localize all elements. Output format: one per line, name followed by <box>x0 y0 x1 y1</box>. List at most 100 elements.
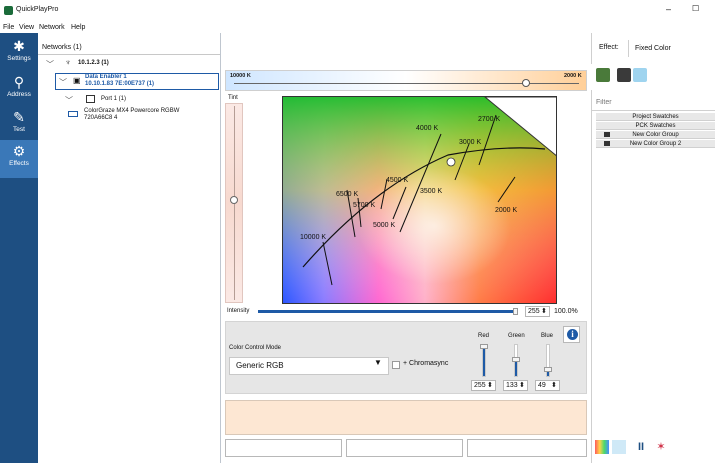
chevron-down-icon[interactable]: ﹀ <box>46 59 54 70</box>
group-label: Project Swatches <box>632 114 679 120</box>
menu-file[interactable]: File <box>3 22 14 33</box>
cct-slider[interactable]: 10000 K 2000 K <box>225 70 587 91</box>
nav-address-label: Address <box>7 91 31 98</box>
maximize-button[interactable]: ☐ <box>692 4 699 13</box>
group-icon <box>604 132 610 137</box>
enabler-address: 10.10.1.83 7E:00E737 (1) <box>85 81 155 87</box>
add-swatch-icon[interactable] <box>596 68 610 82</box>
color-picker-icon[interactable] <box>612 440 626 454</box>
color-mode-select[interactable]: Generic RGB <box>229 357 389 375</box>
green-slider-thumb[interactable] <box>512 357 520 362</box>
wrench-icon: ✎ <box>13 109 25 125</box>
tree-divider <box>38 54 220 55</box>
group-label: New Color Group 2 <box>629 141 682 147</box>
menu-network[interactable]: Network <box>39 22 65 33</box>
red-label: Red <box>478 333 490 339</box>
cie-label-6500k: 6500 K <box>336 191 359 198</box>
nav-effects[interactable]: ⚙ Effects <box>0 140 38 178</box>
cie-label-10000k: 10000 K <box>300 234 326 241</box>
cie-label-5700k: 5700 K <box>353 202 376 209</box>
minimize-button[interactable]: – <box>666 4 671 14</box>
cie-label-3500k: 3500 K <box>420 188 443 195</box>
group-label: New Color Group <box>632 132 679 138</box>
tree-row-port[interactable]: ﹀ Port 1 (1) <box>55 93 219 107</box>
left-nav: ✱ Settings ⚲ Address ✎ Test ⚙ Effects <box>0 33 38 463</box>
nav-address[interactable]: ⚲ Address <box>0 71 38 109</box>
green-label: Green <box>508 333 525 339</box>
port-label: Port 1 (1) <box>101 96 127 102</box>
menu-bar: File View Network Help <box>0 22 715 33</box>
location-pin-icon: ⚲ <box>13 74 25 90</box>
intensity-label: Intensity <box>227 308 250 314</box>
effect-options-icon[interactable]: ✶ <box>654 440 668 454</box>
enabler-name: Data Enabler 1 <box>85 74 127 80</box>
title-bar: QuickPlayPro – ☐ <box>0 0 715 22</box>
cie-chart-svg: 2700 K 4000 K 3000 K 4500 K 3500 K 6500 … <box>283 97 556 303</box>
fixture-icon <box>68 111 78 117</box>
chevron-down-icon[interactable]: ﹀ <box>65 95 73 106</box>
cie-label-3000k: 3000 K <box>459 139 482 146</box>
filter-input[interactable] <box>596 96 715 108</box>
blue-slider-thumb[interactable] <box>544 367 552 372</box>
fixture-name: ColorGraze MX4 Powercore RGBW <box>84 108 180 114</box>
network-tree: Networks (1) ﹀ ♆ 10.1.2.3 (1) ﹀ ▣ Data E… <box>38 33 221 463</box>
intensity-spinner-icon[interactable]: ⬍ <box>541 307 547 316</box>
nav-test[interactable]: ✎ Test <box>0 106 38 144</box>
cie-label-2000k: 2000 K <box>495 207 518 214</box>
networks-header: Networks (1) <box>42 44 82 51</box>
cie-label-4000k: 4000 K <box>416 125 439 132</box>
port-icon <box>86 95 95 103</box>
green-slider-fill <box>515 360 517 376</box>
nav-settings[interactable]: ✱ Settings <box>0 35 38 73</box>
data-enabler-icon: ▣ <box>73 76 81 85</box>
info-button[interactable]: i <box>563 326 580 343</box>
group-row-pck-swatches[interactable]: PCK Swatches <box>596 122 715 130</box>
group-row-new-color-group-2[interactable]: New Color Group 2 <box>596 140 715 148</box>
tint-label: Tint <box>228 95 238 101</box>
effect-label: Effect: <box>599 44 619 51</box>
green-spinner-icon[interactable]: ⬍ <box>519 381 525 390</box>
cie-label-4500k: 4500 K <box>386 177 409 184</box>
nav-test-label: Test <box>13 126 25 133</box>
group-row-new-color-group[interactable]: New Color Group <box>596 131 715 139</box>
effects-icon: ⚙ <box>12 143 26 159</box>
menu-help[interactable]: Help <box>71 22 85 33</box>
pause-icon[interactable]: II <box>634 440 648 454</box>
chromasync-checkbox[interactable] <box>392 361 400 369</box>
blue-spinner-icon[interactable]: ⬍ <box>551 381 557 390</box>
network-address: 10.1.2.3 (1) <box>78 60 109 66</box>
cct-high-label: 2000 K <box>564 73 582 79</box>
palette-icon[interactable] <box>595 440 609 454</box>
swatch-group-icon[interactable] <box>617 68 631 82</box>
info-icon: i <box>567 329 578 340</box>
red-slider-fill <box>483 345 485 376</box>
bottom-slot-2[interactable] <box>346 439 463 457</box>
effect-select[interactable]: Fixed Color <box>628 40 715 57</box>
cct-thumb[interactable] <box>522 79 530 87</box>
tint-slider[interactable] <box>225 103 243 303</box>
tree-row-enabler[interactable]: ﹀ ▣ Data Enabler 1 10.10.1.83 7E:00E737 … <box>55 73 219 90</box>
nav-settings-label: Settings <box>7 55 31 62</box>
gear-icon: ✱ <box>13 38 25 54</box>
blue-slider[interactable] <box>546 344 550 377</box>
blue-label: Blue <box>541 333 554 339</box>
group-row-project-swatches[interactable]: Project Swatches <box>596 113 715 121</box>
bottom-slot-3[interactable] <box>467 439 587 457</box>
tint-thumb[interactable] <box>230 196 238 204</box>
bottom-slot-1[interactable] <box>225 439 342 457</box>
cie-color-space[interactable]: 2700 K 4000 K 3000 K 4500 K 3500 K 6500 … <box>282 96 557 304</box>
window-title: QuickPlayPro <box>16 6 59 13</box>
chevron-down-icon[interactable]: ﹀ <box>59 77 67 88</box>
tree-row-network[interactable]: ﹀ ♆ 10.1.2.3 (1) <box>38 57 220 71</box>
intensity-slider[interactable] <box>258 310 513 313</box>
intensity-thumb[interactable] <box>513 308 518 315</box>
dropdown-arrow-icon[interactable]: ▼ <box>374 358 382 367</box>
red-spinner-icon[interactable]: ⬍ <box>487 381 493 390</box>
network-icon: ♆ <box>65 58 71 67</box>
cie-label-5000k: 5000 K <box>373 222 396 229</box>
quickplay-logo-icon <box>4 6 13 15</box>
swatch-color-icon[interactable] <box>633 68 647 82</box>
tree-row-fixture[interactable]: ColorGraze MX4 Powercore RGBW 720A66C8 4 <box>63 107 219 125</box>
red-slider-thumb[interactable] <box>480 344 488 349</box>
menu-view[interactable]: View <box>19 22 34 33</box>
